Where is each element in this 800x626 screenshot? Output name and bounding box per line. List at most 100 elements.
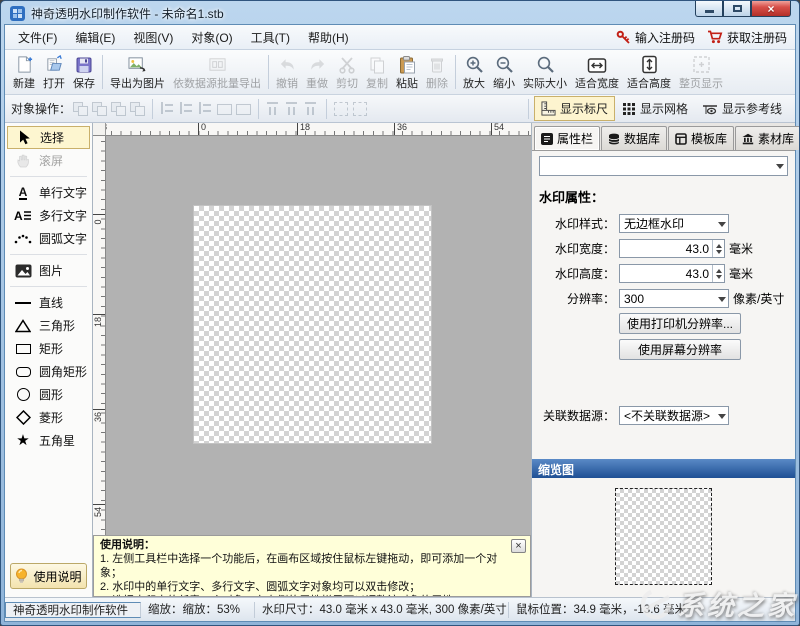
- use-screen-dpi-button[interactable]: 使用屏幕分辨率: [619, 339, 741, 360]
- menu-file[interactable]: 文件(F): [9, 26, 66, 49]
- same-width-icon: [215, 100, 234, 117]
- tool-rounded-rectangle[interactable]: 圆角矩形: [7, 360, 90, 383]
- tool-separator: [10, 286, 87, 287]
- copy-icon: [368, 53, 386, 74]
- object-selector-combobox[interactable]: [539, 156, 788, 176]
- tool-separator: [10, 254, 87, 255]
- window-controls: ×: [695, 1, 791, 17]
- export-image-button[interactable]: 导出为图片: [106, 51, 169, 93]
- right-panel: 属性栏 数据库 模板库 素材库: [531, 123, 795, 597]
- menu-object[interactable]: 对象(O): [182, 26, 241, 49]
- menu-view[interactable]: 视图(V): [124, 26, 182, 49]
- circle-icon: [13, 388, 33, 401]
- star-icon: ★: [13, 434, 33, 448]
- send-backward-icon: [90, 100, 109, 117]
- show-grid-toggle[interactable]: 显示网格: [615, 96, 695, 121]
- width-row: 水印宽度： 43.0 毫米: [539, 239, 788, 258]
- new-button[interactable]: 新建: [9, 51, 39, 93]
- tool-triangle[interactable]: 三角形: [7, 314, 90, 337]
- menu-help[interactable]: 帮助(H): [299, 26, 358, 49]
- datasource-row: 关联数据源： <不关联数据源>: [539, 406, 788, 425]
- thumbnail-preview: [615, 488, 712, 585]
- usage-help-button[interactable]: 使用说明: [10, 563, 87, 589]
- tool-rectangle[interactable]: 矩形: [7, 337, 90, 360]
- tool-star[interactable]: ★ 五角星: [7, 429, 90, 452]
- zoom-in-button[interactable]: 放大: [459, 51, 489, 93]
- get-license-link[interactable]: 获取注册码: [707, 29, 787, 46]
- redo-icon: [308, 53, 327, 74]
- tool-panel-spacer: [5, 452, 92, 557]
- height-row: 水印高度： 43.0 毫米: [539, 264, 788, 283]
- align-left-icon: [158, 100, 177, 117]
- status-app-name: 神奇透明水印制作软件: [5, 602, 141, 618]
- paste-button[interactable]: 粘贴: [392, 51, 422, 93]
- tool-arc-text[interactable]: 圆弧文字: [7, 227, 90, 250]
- tool-diamond[interactable]: 菱形: [7, 406, 90, 429]
- tab-properties[interactable]: 属性栏: [534, 126, 600, 150]
- toolbar-separator: [258, 99, 259, 119]
- toolbar-separator: [152, 99, 153, 119]
- watermark-height-stepper[interactable]: 43.0: [619, 264, 725, 283]
- show-ruler-toggle[interactable]: 显示标尺: [534, 96, 615, 121]
- rounded-rectangle-icon: [13, 367, 33, 377]
- delete-button: 删除: [422, 51, 452, 93]
- watermark-width-stepper[interactable]: 43.0: [619, 239, 725, 258]
- save-floppy-icon: [75, 53, 93, 74]
- ruler-corner: [93, 123, 106, 136]
- show-guides-toggle[interactable]: 显示参考线: [695, 96, 789, 121]
- export-image-icon: [127, 53, 149, 74]
- canvas-column: -18 0 18 36 54 0 18 36 54: [93, 123, 531, 597]
- status-watermark-size: 水印尺寸：43.0 毫米 x 43.0 毫米, 300 像素/英寸: [255, 602, 509, 618]
- open-folder-icon: [45, 53, 64, 74]
- svg-text:A: A: [14, 209, 23, 223]
- main-toolbar: 新建 打开 保存 导出为图片 依数据源批量导出 撤销: [5, 50, 795, 95]
- maximize-button[interactable]: [723, 1, 751, 17]
- close-instructions-button[interactable]: ×: [511, 539, 526, 553]
- tool-line[interactable]: 直线: [7, 291, 90, 314]
- cursor-arrow-icon: [14, 130, 34, 145]
- menu-edit[interactable]: 编辑(E): [66, 26, 124, 49]
- actual-size-icon: [536, 53, 555, 74]
- save-button[interactable]: 保存: [69, 51, 99, 93]
- toolbar-separator: [326, 99, 327, 119]
- arc-text-icon: [13, 233, 33, 245]
- actual-size-button[interactable]: 实际大小: [519, 51, 571, 93]
- spinner-arrows-icon[interactable]: [712, 265, 724, 282]
- watermark-canvas[interactable]: [194, 206, 431, 443]
- tool-multi-line-text[interactable]: A 多行文字: [7, 204, 90, 227]
- group-icon: [332, 100, 351, 117]
- status-bar: 神奇透明水印制作软件 缩放：缩放：53% 水印尺寸：43.0 毫米 x 43.0…: [5, 597, 795, 621]
- minimize-button[interactable]: [695, 1, 723, 17]
- close-button[interactable]: ×: [751, 1, 791, 17]
- canvas-viewport[interactable]: [106, 136, 531, 535]
- use-printer-dpi-button[interactable]: 使用打印机分辨率...: [619, 313, 741, 334]
- toolbar-separator: [528, 99, 529, 119]
- triangle-icon: [13, 319, 33, 333]
- copy-button: 复制: [362, 51, 392, 93]
- cart-icon: [707, 30, 723, 44]
- line-icon: [13, 302, 33, 304]
- tab-templates[interactable]: 模板库: [668, 126, 734, 150]
- tool-circle[interactable]: 圆形: [7, 383, 90, 406]
- watermark-style-select[interactable]: 无边框水印: [619, 214, 729, 233]
- enter-license-link[interactable]: 输入注册码: [616, 29, 695, 46]
- tab-database[interactable]: 数据库: [601, 126, 667, 150]
- spinner-arrows-icon[interactable]: [712, 240, 724, 257]
- app-icon: [10, 6, 25, 21]
- menu-tools[interactable]: 工具(T): [242, 26, 299, 49]
- fit-height-button[interactable]: 适合高度: [623, 51, 675, 93]
- zoom-out-button[interactable]: 缩小: [489, 51, 519, 93]
- align-hcenter-icon: [177, 100, 196, 117]
- open-button[interactable]: 打开: [39, 51, 69, 93]
- bank-building-icon: [742, 133, 754, 145]
- tool-image[interactable]: 图片: [7, 259, 90, 282]
- datasource-select[interactable]: <不关联数据源>: [619, 406, 729, 425]
- tool-single-line-text[interactable]: A 单行文字: [7, 181, 90, 204]
- tool-select[interactable]: 选择: [7, 126, 90, 149]
- clipboard-icon: [398, 53, 416, 74]
- resolution-select[interactable]: 300: [619, 289, 729, 308]
- fit-width-button[interactable]: 适合宽度: [571, 51, 623, 93]
- main-area: 选择 滚屏 A 单行文字 A 多行文字 圆弧文字: [5, 123, 795, 597]
- undo-button: 撤销: [272, 51, 302, 93]
- tab-materials[interactable]: 素材库: [735, 126, 800, 150]
